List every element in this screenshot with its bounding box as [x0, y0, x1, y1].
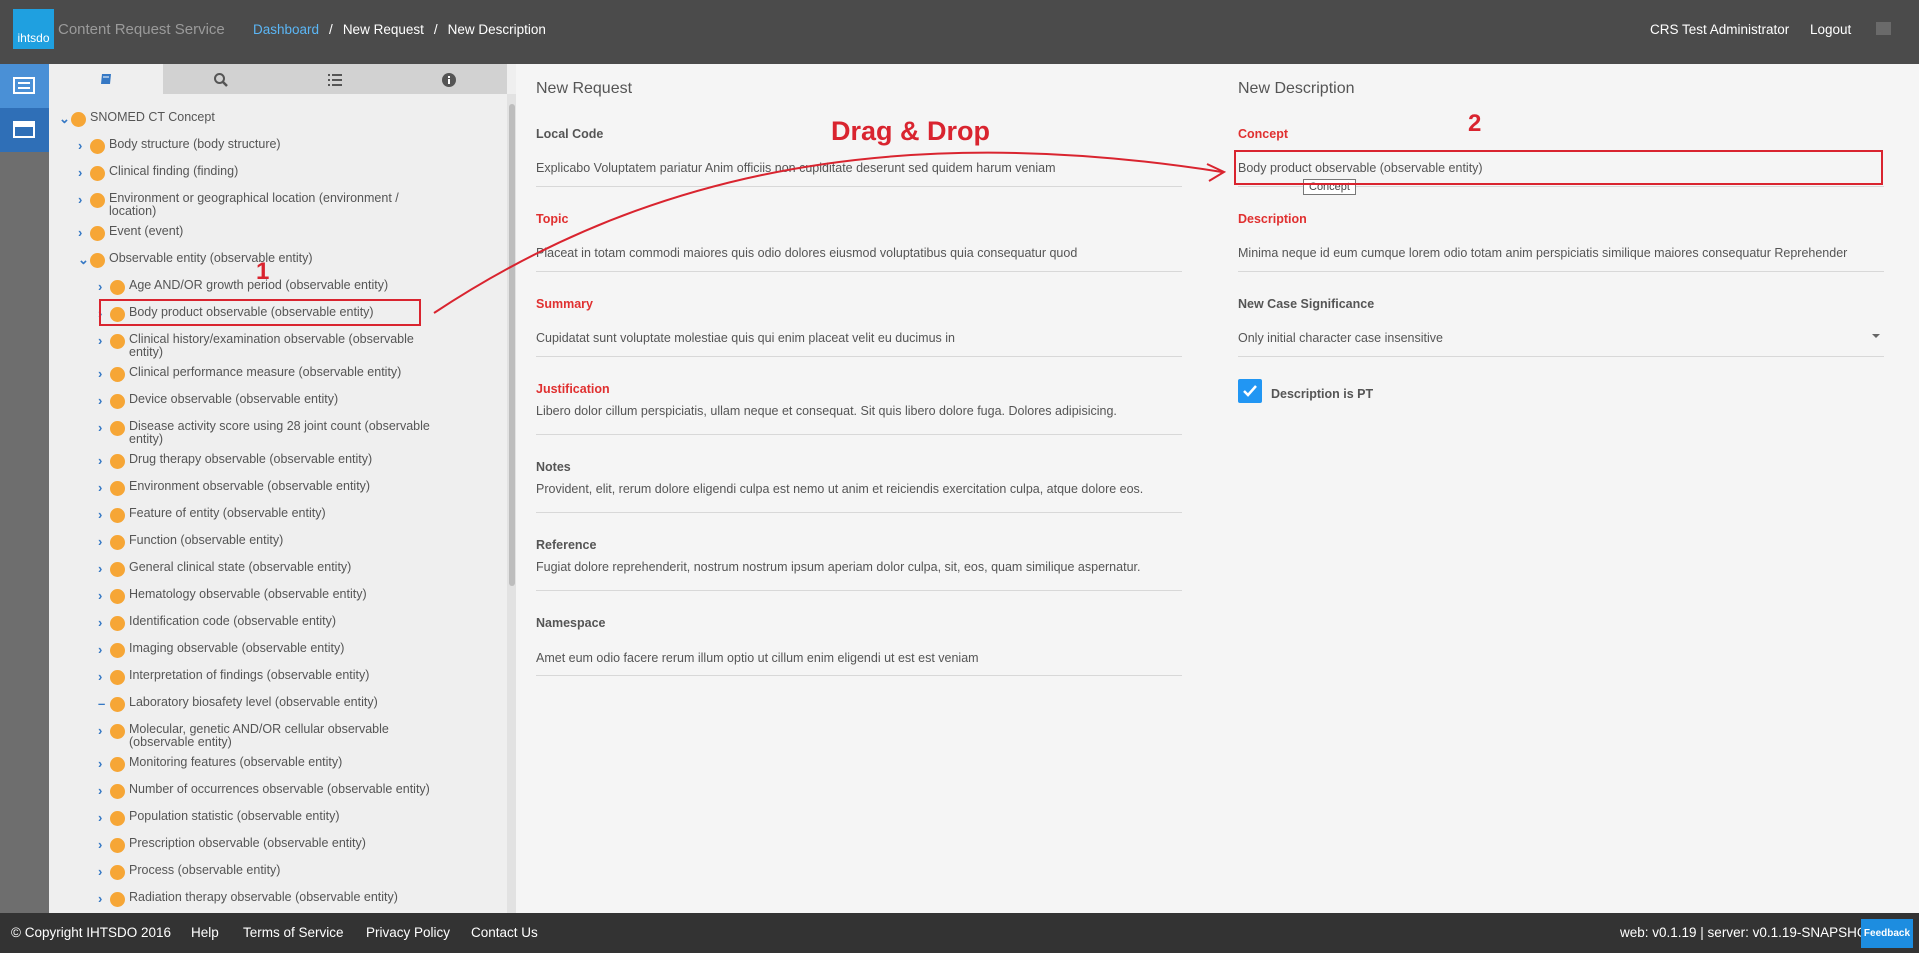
feedback-button[interactable]: Feedback — [1861, 919, 1913, 948]
footer: © Copyright IHTSDO 2016 Help Terms of Se… — [0, 913, 1919, 953]
footer-link-privacy[interactable]: Privacy Policy — [366, 925, 450, 940]
version-info: web: v0.1.19 | server: v0.1.19-SNAPSHOT — [1620, 925, 1876, 940]
copyright: © Copyright IHTSDO 2016 — [11, 925, 172, 940]
footer-link-help[interactable]: Help — [191, 925, 219, 940]
footer-link-terms[interactable]: Terms of Service — [243, 925, 344, 940]
footer-link-contact[interactable]: Contact Us — [471, 925, 538, 940]
drag-arrow — [433, 151, 1227, 314]
